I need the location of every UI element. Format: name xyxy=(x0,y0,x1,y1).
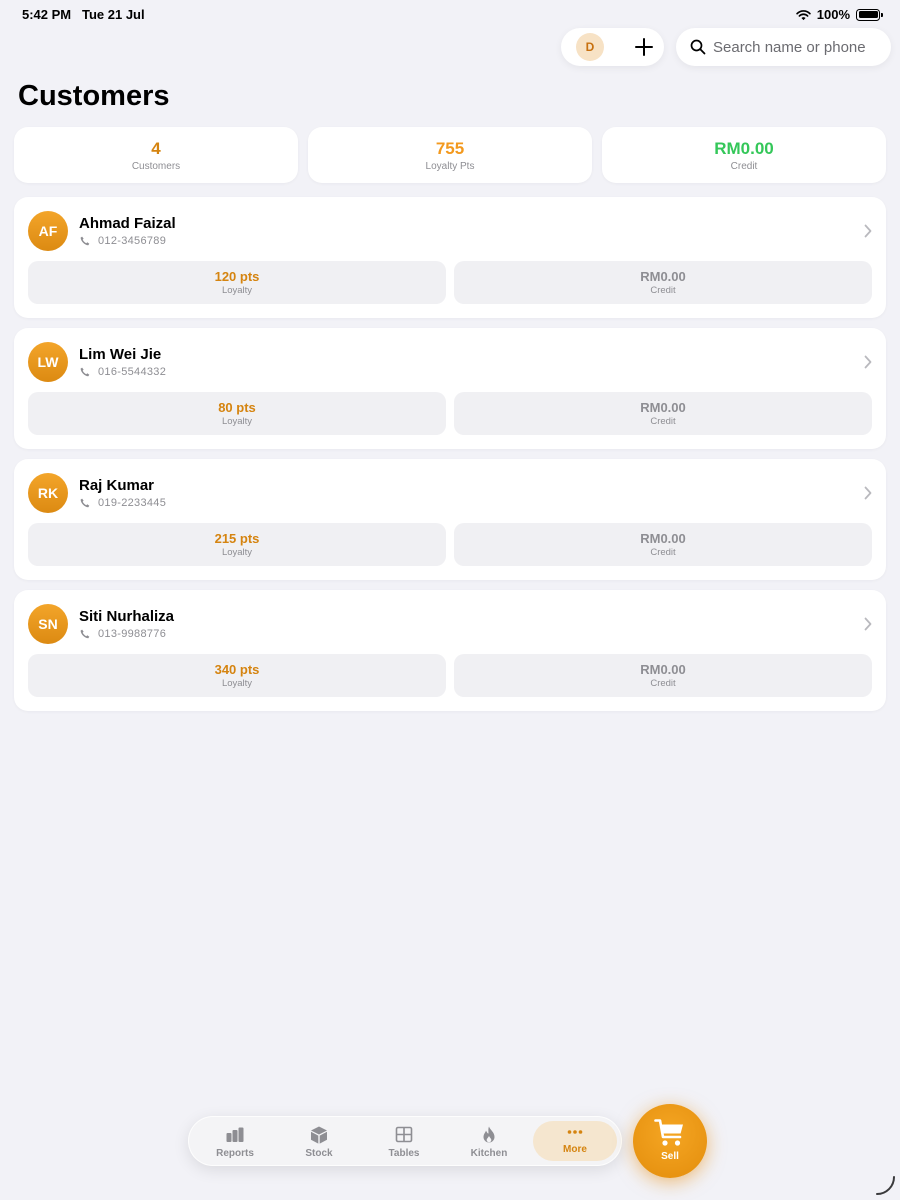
customer-phone: 012-3456789 xyxy=(98,235,167,247)
tab-label: Reports xyxy=(216,1148,254,1159)
customer-loyalty-value: 120 pts xyxy=(214,269,260,284)
battery-icon xyxy=(856,8,883,21)
phone-icon xyxy=(80,498,90,508)
customer-loyalty-value: 215 pts xyxy=(214,531,260,546)
phone-icon xyxy=(80,367,90,377)
customer-credit-label: Credit xyxy=(650,416,676,427)
tab-label: Tables xyxy=(388,1148,420,1159)
tab-reports[interactable]: Reports xyxy=(193,1121,277,1161)
tab-bar: Reports Stock Tables Kitchen More xyxy=(188,1116,622,1166)
customer-credit-label: Credit xyxy=(650,547,676,558)
summary-credit-card: RM0.00 Credit xyxy=(602,127,886,183)
customer-loyalty-box: 340 pts Loyalty xyxy=(28,654,446,697)
chevron-right-icon xyxy=(864,355,872,369)
customer-name: Lim Wei Jie xyxy=(79,346,162,363)
customer-card[interactable]: SN Siti Nurhaliza 013-9988776 340 pts Lo… xyxy=(14,590,886,711)
cart-icon xyxy=(654,1119,683,1146)
status-indicators: 100% xyxy=(796,7,883,22)
customer-credit-box: RM0.00 Credit xyxy=(454,523,872,566)
flame-icon xyxy=(483,1126,495,1143)
customer-credit-box: RM0.00 Credit xyxy=(454,392,872,435)
summary-loyalty-value: 755 xyxy=(435,139,465,158)
wifi-icon xyxy=(796,9,811,20)
search-box[interactable] xyxy=(676,28,891,66)
bar-chart-icon xyxy=(226,1127,244,1142)
add-customer-button[interactable] xyxy=(631,34,657,60)
sell-button[interactable]: Sell xyxy=(633,1104,707,1178)
customer-loyalty-label: Loyalty xyxy=(221,416,253,427)
summary-customers-label: Customers xyxy=(131,161,181,172)
tab-label: Kitchen xyxy=(470,1148,508,1159)
phone-icon xyxy=(80,236,90,246)
customer-credit-box: RM0.00 Credit xyxy=(454,654,872,697)
box-icon xyxy=(311,1126,327,1144)
summary-customers-card: 4 Customers xyxy=(14,127,298,183)
sell-label: Sell xyxy=(661,1151,679,1162)
customer-loyalty-box: 120 pts Loyalty xyxy=(28,261,446,304)
customer-avatar: LW xyxy=(28,342,68,382)
customer-credit-label: Credit xyxy=(650,678,676,689)
chevron-right-icon xyxy=(864,486,872,500)
customer-loyalty-label: Loyalty xyxy=(221,285,253,296)
battery-fill xyxy=(858,11,878,18)
customer-credit-label: Credit xyxy=(650,285,676,296)
status-time-text: 5:42 PM xyxy=(22,7,72,22)
plus-icon xyxy=(635,38,653,56)
status-date-text: Tue 21 Jul xyxy=(81,7,145,22)
grid-icon xyxy=(395,1126,413,1143)
summary-loyalty-card: 755 Loyalty Pts xyxy=(308,127,592,183)
customer-card[interactable]: LW Lim Wei Jie 016-5544332 80 pts Loyalt… xyxy=(14,328,886,449)
customer-avatar: RK xyxy=(28,473,68,513)
customer-phone: 019-2233445 xyxy=(98,497,167,509)
search-input[interactable] xyxy=(713,28,883,66)
customer-credit-value: RM0.00 xyxy=(640,531,686,546)
customer-avatar: SN xyxy=(28,604,68,644)
status-time: 5:42 PM Tue 21 Jul xyxy=(22,7,145,22)
search-icon xyxy=(690,39,706,55)
chevron-right-icon xyxy=(864,224,872,238)
customer-phone: 016-5544332 xyxy=(98,366,167,378)
customer-name: Ahmad Faizal xyxy=(79,215,176,232)
customer-loyalty-label: Loyalty xyxy=(221,678,253,689)
tab-label: Stock xyxy=(305,1148,333,1159)
customer-phone: 013-9988776 xyxy=(98,628,167,640)
tab-label: More xyxy=(563,1144,587,1155)
customer-card[interactable]: RK Raj Kumar 019-2233445 215 pts Loyalty… xyxy=(14,459,886,580)
phone-icon xyxy=(80,629,90,639)
customer-loyalty-value: 340 pts xyxy=(214,662,260,677)
customer-avatar: AF xyxy=(28,211,68,251)
customer-name: Raj Kumar xyxy=(79,477,155,494)
tab-stock[interactable]: Stock xyxy=(277,1121,361,1161)
tab-more[interactable]: More xyxy=(533,1121,617,1161)
status-bar: 5:42 PM Tue 21 Jul 100% xyxy=(0,0,900,28)
chevron-right-icon xyxy=(864,617,872,631)
customer-loyalty-label: Loyalty xyxy=(221,547,253,558)
loading-arc-icon xyxy=(876,1176,895,1195)
battery-percent: 100% xyxy=(816,7,850,22)
customer-card[interactable]: AF Ahmad Faizal 012-3456789 120 pts Loya… xyxy=(14,197,886,318)
customer-credit-box: RM0.00 Credit xyxy=(454,261,872,304)
summary-credit-value: RM0.00 xyxy=(714,139,774,158)
page-title: Customers xyxy=(18,80,170,112)
customer-name: Siti Nurhaliza xyxy=(79,608,175,625)
customer-loyalty-box: 80 pts Loyalty xyxy=(28,392,446,435)
summary-credit-label: Credit xyxy=(730,161,758,172)
summary-loyalty-label: Loyalty Pts xyxy=(425,161,475,172)
summary-customers-value: 4 xyxy=(151,139,161,158)
more-dots-icon xyxy=(567,1130,583,1134)
tab-kitchen[interactable]: Kitchen xyxy=(447,1121,531,1161)
tab-tables[interactable]: Tables xyxy=(362,1121,446,1161)
header-actions: D xyxy=(561,28,664,66)
customer-loyalty-box: 215 pts Loyalty xyxy=(28,523,446,566)
customer-loyalty-value: 80 pts xyxy=(218,400,256,415)
user-avatar[interactable]: D xyxy=(576,33,604,61)
customer-credit-value: RM0.00 xyxy=(640,662,686,677)
customer-credit-value: RM0.00 xyxy=(640,400,686,415)
customer-credit-value: RM0.00 xyxy=(640,269,686,284)
